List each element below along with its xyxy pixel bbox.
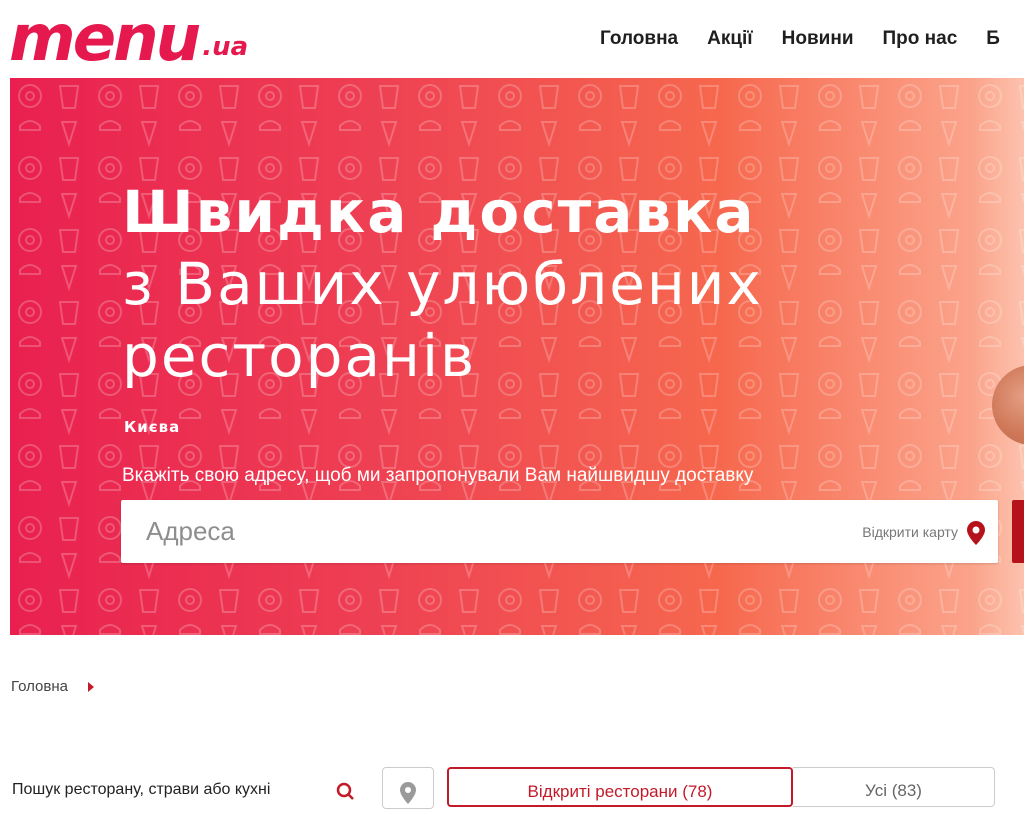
tab-open-restaurants[interactable]: Відкриті ресторани (78) <box>447 767 793 807</box>
restaurant-search-label[interactable]: Пошук ресторану, страви або кухні <box>12 781 270 799</box>
nav-news[interactable]: Новини <box>782 28 854 50</box>
site-header: menu .ua Головна Акції Новини Про нас Б <box>0 0 1024 76</box>
location-icon <box>400 782 416 804</box>
hero-title-line2: з Ваших улюблених <box>122 250 763 318</box>
main-nav: Головна Акції Новини Про нас Б <box>600 28 1024 50</box>
nav-about[interactable]: Про нас <box>883 28 958 50</box>
hero-title: Швидка доставка з Ваших улюблених рестор… <box>122 176 763 392</box>
address-hint: Вкажіть свою адресу, щоб ми запропонувал… <box>122 465 754 486</box>
search-icon[interactable] <box>336 782 354 800</box>
open-map-link[interactable]: Відкрити карту <box>862 524 958 540</box>
nav-more[interactable]: Б <box>986 28 1000 50</box>
hero-title-line1: Швидка доставка <box>122 178 756 246</box>
nav-home[interactable]: Головна <box>600 28 678 50</box>
logo-text: menu <box>9 2 201 76</box>
hero-banner: Швидка доставка з Ваших улюблених рестор… <box>10 78 1024 635</box>
city-label: Києва <box>124 418 181 436</box>
address-submit-button[interactable] <box>1012 500 1024 563</box>
hero-title-line3: ресторанів <box>122 322 477 390</box>
chevron-right-icon <box>88 681 94 692</box>
breadcrumb: Головна <box>11 678 94 695</box>
address-search-box: Відкрити карту <box>121 500 998 563</box>
breadcrumb-home[interactable]: Головна <box>11 678 68 695</box>
logo-suffix: .ua <box>202 32 249 62</box>
map-pin-icon[interactable] <box>967 521 985 545</box>
address-input[interactable] <box>121 500 836 563</box>
geolocation-button[interactable] <box>382 767 434 809</box>
logo[interactable]: menu .ua <box>9 2 249 76</box>
nav-promotions[interactable]: Акції <box>707 28 753 50</box>
tab-all-restaurants[interactable]: Усі (83) <box>793 767 995 807</box>
